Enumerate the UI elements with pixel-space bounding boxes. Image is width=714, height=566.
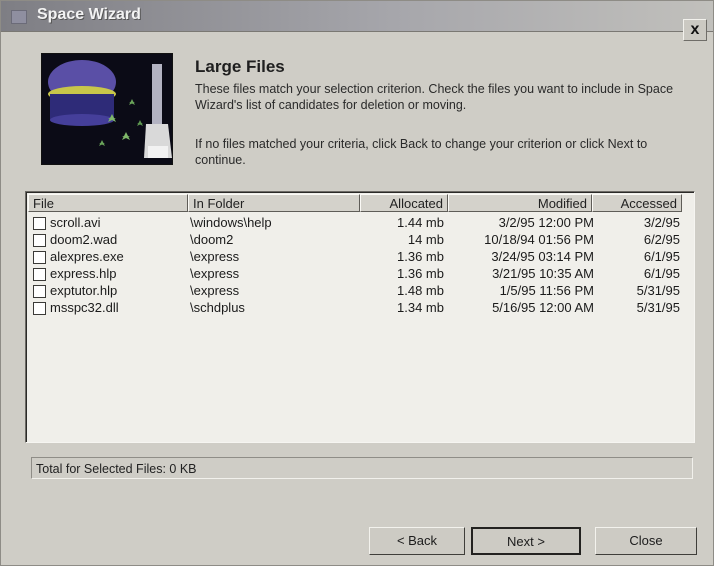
folder-path: \express xyxy=(190,249,240,264)
modified-date: 1/5/95 11:56 PM xyxy=(499,283,594,298)
modified-date: 3/21/95 10:35 AM xyxy=(492,266,594,281)
folder-path: \windows\help xyxy=(190,215,272,230)
app-icon xyxy=(11,10,27,24)
column-header-file[interactable]: File xyxy=(28,194,188,212)
file-name: alexpres.exe xyxy=(50,249,124,264)
file-checkbox[interactable] xyxy=(33,217,46,230)
file-name: scroll.avi xyxy=(50,215,101,230)
file-checkbox[interactable] xyxy=(33,268,46,281)
modified-date: 10/18/94 01:56 PM xyxy=(484,232,594,247)
folder-path: \express xyxy=(190,283,240,298)
modified-date: 3/24/95 03:14 PM xyxy=(491,249,594,264)
window-title: Space Wizard xyxy=(37,6,141,23)
folder-path: \express xyxy=(190,266,240,281)
close-icon[interactable]: x xyxy=(683,19,707,41)
file-checkbox[interactable] xyxy=(33,251,46,264)
allocated-size: 1.44 mb xyxy=(397,215,444,230)
column-header-folder[interactable]: In Folder xyxy=(188,194,360,212)
column-header-accessed[interactable]: Accessed xyxy=(592,194,682,212)
folder-path: \doom2 xyxy=(190,232,234,247)
file-rows: scroll.avi \windows\help 1.44 mb 3/2/95 … xyxy=(26,214,694,316)
total-selected-status: Total for Selected Files: 0 KB xyxy=(31,457,693,479)
space-wizard-window: Space Wizard x Large Files These files m… xyxy=(0,0,714,566)
allocated-size: 1.48 mb xyxy=(397,283,444,298)
table-row[interactable]: alexpres.exe \express 1.36 mb 3/24/95 03… xyxy=(26,248,694,265)
accessed-date: 6/1/95 xyxy=(643,249,680,264)
modified-date: 5/16/95 12:00 AM xyxy=(492,300,594,315)
wizard-illustration xyxy=(41,53,173,165)
accessed-date: 6/2/95 xyxy=(643,232,680,247)
column-header-allocated[interactable]: Allocated xyxy=(360,194,448,212)
accessed-date: 6/1/95 xyxy=(643,266,680,281)
table-row[interactable]: msspc32.dll \schdplus 1.34 mb 5/16/95 12… xyxy=(26,299,694,316)
accessed-date: 5/31/95 xyxy=(636,283,680,298)
allocated-size: 1.36 mb xyxy=(397,266,444,281)
allocated-size: 1.36 mb xyxy=(397,249,444,264)
modified-date: 3/2/95 12:00 PM xyxy=(498,215,594,230)
file-checkbox[interactable] xyxy=(33,285,46,298)
file-name: doom2.wad xyxy=(50,232,118,247)
accessed-date: 3/2/95 xyxy=(643,215,680,230)
table-row[interactable]: express.hlp \express 1.36 mb 3/21/95 10:… xyxy=(26,265,694,282)
file-checkbox[interactable] xyxy=(33,234,46,247)
close-button[interactable]: Close xyxy=(595,527,697,555)
allocated-size: 1.34 mb xyxy=(397,300,444,315)
table-row[interactable]: scroll.avi \windows\help 1.44 mb 3/2/95 … xyxy=(26,214,694,231)
file-name: express.hlp xyxy=(50,266,117,281)
file-name: exptutor.hlp xyxy=(50,283,118,298)
table-row[interactable]: exptutor.hlp \express 1.48 mb 1/5/95 11:… xyxy=(26,282,694,299)
next-button[interactable]: Next > xyxy=(471,527,581,555)
folder-path: \schdplus xyxy=(190,300,245,315)
allocated-size: 14 mb xyxy=(407,232,444,247)
instruction-text: If no files matched your criteria, click… xyxy=(195,137,648,167)
accessed-date: 5/31/95 xyxy=(636,300,680,315)
large-files-list[interactable]: File In Folder Allocated Modified Access… xyxy=(25,191,695,443)
file-name: msspc32.dll xyxy=(50,300,119,315)
title-bar: Space Wizard xyxy=(1,1,713,32)
table-row[interactable]: doom2.wad \doom2 14 mb 10/18/94 01:56 PM… xyxy=(26,231,694,248)
page-title: Large Files xyxy=(195,57,285,76)
description-text: These files match your selection criteri… xyxy=(195,82,674,112)
back-button[interactable]: < Back xyxy=(369,527,465,555)
column-header-modified[interactable]: Modified xyxy=(448,194,592,212)
file-checkbox[interactable] xyxy=(33,302,46,315)
